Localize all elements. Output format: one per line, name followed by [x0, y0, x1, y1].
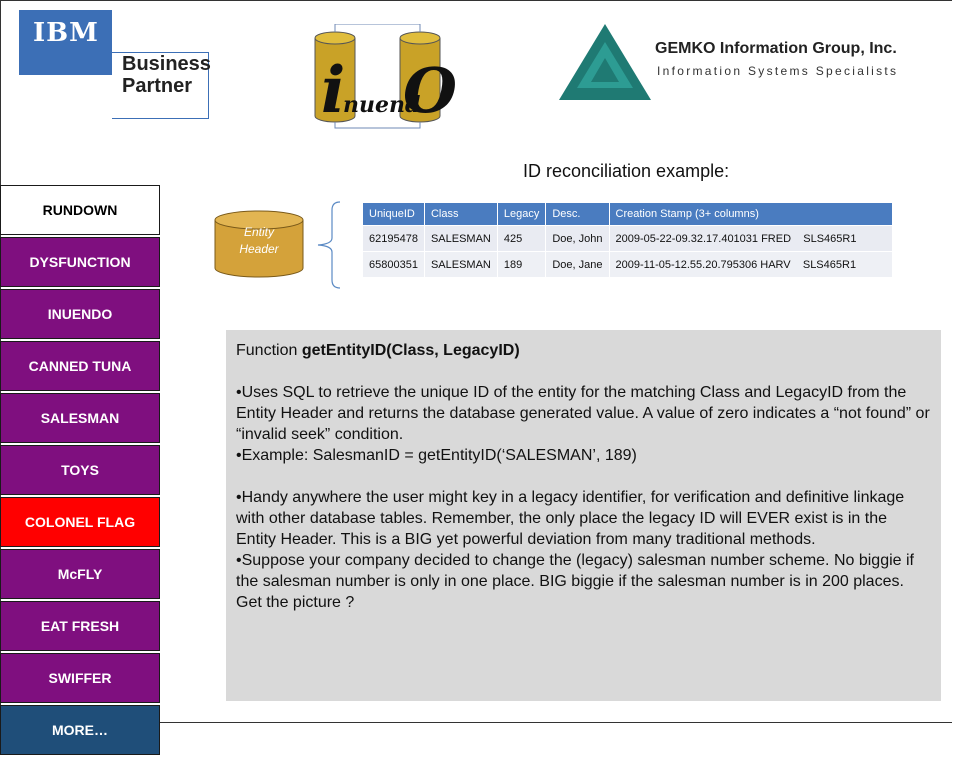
entity-header-cylinder-icon: Entity Header	[213, 210, 305, 280]
function-signature: getEntityID(Class, LegacyID)	[301, 342, 520, 359]
example-paragraph: •Example: SalesmanID = getEntityID(‘SALE…	[236, 447, 637, 464]
ibm-business-partner-logo: IBM Business Partner	[19, 10, 211, 119]
page-title: ID reconciliation example:	[523, 161, 730, 181]
nav-item-toys[interactable]: TOYS	[0, 445, 160, 495]
business-label: Business	[122, 53, 211, 75]
entity-label: Entity	[243, 225, 274, 239]
gemko-title: GEMKO Information Group, Inc.	[655, 40, 897, 57]
table-cell: 425	[497, 225, 547, 251]
nav-item-mcfly[interactable]: McFLY	[0, 549, 160, 599]
function-title-prefix: Function	[236, 342, 302, 359]
table-cell: Doe, John	[546, 225, 610, 251]
gemko-subtitle: Information Systems Specialists	[657, 64, 899, 78]
business-partner-text: Business Partner	[122, 53, 211, 97]
entity-table: UniqueID Class Legacy Desc. Creation Sta…	[363, 203, 893, 277]
nav-item-dysfunction[interactable]: DYSFUNCTION	[0, 237, 160, 287]
sidebar-nav: RUNDOWN DYSFUNCTION INUENDO CANNED TUNA …	[0, 185, 160, 757]
table-row: 62195478 SALESMAN 425 Doe, John 2009-05-…	[363, 225, 893, 251]
nav-item-salesman[interactable]: SALESMAN	[0, 393, 160, 443]
gemko-triangle-icon	[559, 24, 651, 100]
column-header: UniqueID	[363, 203, 425, 225]
nav-item-canned-tuna[interactable]: CANNED TUNA	[0, 341, 160, 391]
ibm-logo-block: IBM	[19, 10, 112, 75]
table-row: 65800351 SALESMAN 189 Doe, Jane 2009-11-…	[363, 251, 893, 277]
brace-connector	[317, 201, 341, 289]
column-header: Desc.	[546, 203, 610, 225]
nav-item-inuendo[interactable]: INUENDO	[0, 289, 160, 339]
table-cell: 2009-11-05-12.55.20.795306 HARV SLS465R1	[609, 251, 893, 277]
column-header: Class	[424, 203, 498, 225]
entity-header-label: Entity Header	[213, 224, 305, 258]
table-cell: 62195478	[363, 225, 425, 251]
table-cell: SALESMAN	[424, 251, 498, 277]
inuendo-logo: i nuend O	[314, 24, 455, 129]
svg-text:O: O	[403, 54, 455, 127]
nav-item-swiffer[interactable]: SWIFFER	[0, 653, 160, 703]
table-cell: SALESMAN	[424, 225, 498, 251]
table-cell: 65800351	[363, 251, 425, 277]
svg-text:i: i	[321, 53, 345, 128]
table-header-row: UniqueID Class Legacy Desc. Creation Sta…	[363, 203, 893, 225]
nav-item-eat-fresh[interactable]: EAT FRESH	[0, 601, 160, 651]
table-cell: 189	[497, 251, 547, 277]
table-cell: Doe, Jane	[546, 251, 610, 277]
nav-item-more[interactable]: MORE…	[0, 705, 160, 755]
scenario-paragraph: •Suppose your company decided to change …	[236, 552, 914, 611]
usage-paragraph: •Handy anywhere the user might key in a …	[236, 489, 905, 548]
table-cell: 2009-05-22-09.32.17.401031 FRED SLS465R1	[609, 225, 893, 251]
ibm-logo-text: IBM	[33, 18, 99, 48]
function-title: Function getEntityID(Class, LegacyID)	[236, 340, 931, 361]
column-header: Creation Stamp (3+ columns)	[609, 203, 893, 225]
column-header: Legacy	[497, 203, 547, 225]
nav-item-colonel-flag[interactable]: COLONEL FLAG	[0, 497, 160, 547]
description-paragraph: •Uses SQL to retrieve the unique ID of t…	[236, 384, 930, 443]
gemko-logo: GEMKO Information Group, Inc. Informatio…	[555, 22, 953, 122]
header-label: Header	[239, 242, 279, 256]
nav-item-rundown[interactable]: RUNDOWN	[0, 185, 160, 235]
partner-label: Partner	[122, 75, 193, 97]
function-description-box: Function getEntityID(Class, LegacyID) •U…	[226, 330, 941, 701]
